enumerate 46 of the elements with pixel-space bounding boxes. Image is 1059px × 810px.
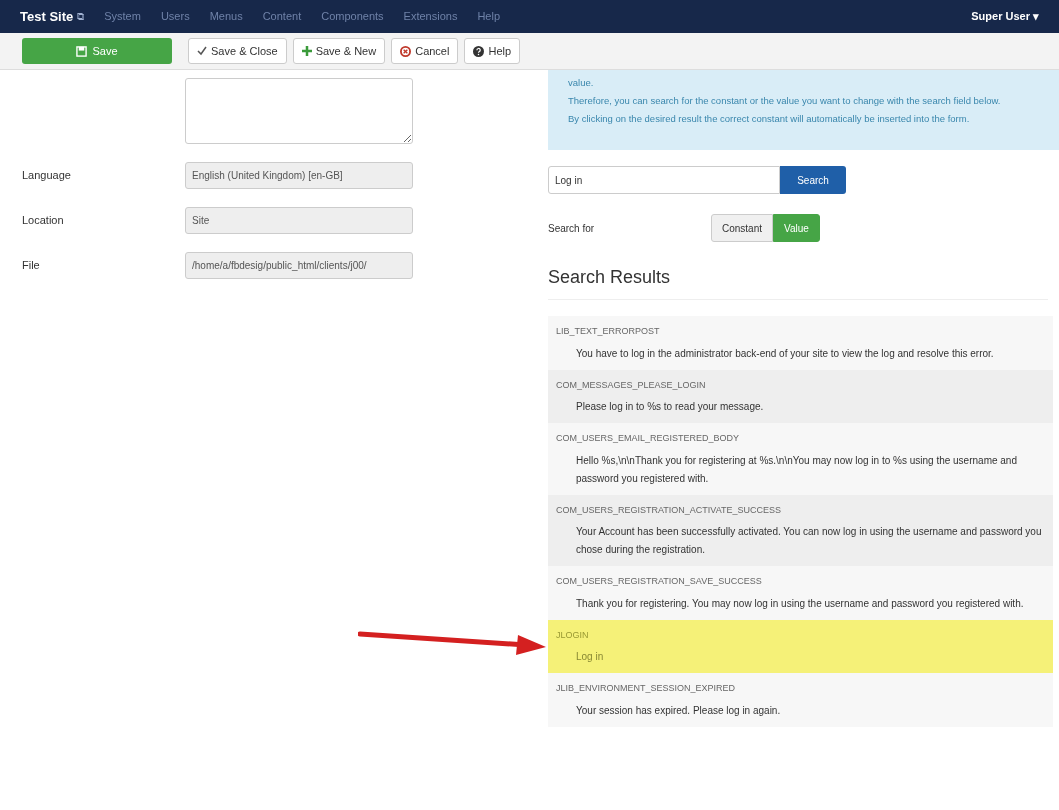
search-button[interactable]: Search [780, 166, 846, 194]
readonly-field[interactable]: Site [185, 207, 413, 234]
constant-value: Your Account has been successfully activated. You can now log in using the username and password you chose during the registration. [575, 525, 1043, 557]
site-brand-link[interactable]: Test Site [20, 6, 74, 27]
nav-menu-item[interactable]: Help [477, 8, 500, 25]
toolbar-button[interactable]: Help [464, 38, 521, 64]
result-item[interactable]: JLIB_ENVIRONMENT_SESSION_EXPIRED Your session has expired. Please log in again. [548, 673, 1053, 727]
constant-name: COM_MESSAGES_PLEASE_LOGIN [556, 378, 707, 392]
nav-menu-item[interactable]: Content [262, 8, 302, 25]
toggle-option[interactable]: Constant [711, 214, 774, 242]
nav-menu-item[interactable]: Extensions [403, 8, 458, 25]
constant-value: Hello %s,\n\nThank you for registering at %s.\n\nYou may now log in to %s using the username and password you registered with. [575, 453, 1018, 486]
search-field[interactable]: Log in [548, 166, 780, 194]
result-item[interactable]: LIB_TEXT_ERRORPOST You have to log in the administrator back-end of your site to view the log and resolve this error. [548, 316, 1053, 370]
constant-value: Please log in to %s to read your message. [575, 400, 765, 414]
section-heading: Search Results [548, 264, 1048, 300]
constant-name: COM_USERS_REGISTRATION_ACTIVATE_SUCCESS [556, 503, 783, 517]
constant-name: COM_USERS_EMAIL_REGISTERED_BODY [556, 432, 741, 445]
constant-name: COM_USERS_REGISTRATION_SAVE_SUCCESS [556, 575, 763, 588]
toolbar-button[interactable]: Save & Close [188, 38, 287, 64]
field-label: Location [22, 213, 65, 229]
nav-menu-item[interactable]: Menus [209, 8, 243, 25]
constant-name: LIB_TEXT_ERRORPOST [556, 325, 661, 338]
toolbar-button[interactable]: Cancel [391, 38, 459, 64]
result-item[interactable]: COM_USERS_REGISTRATION_ACTIVATE_SUCCESS Your Account has been successfully activated. You can now log in using the username and password you chose during the registration. [548, 494, 1053, 566]
constant-value: Your session has expired. Please log in again. [575, 703, 782, 718]
result-item[interactable]: COM_MESSAGES_PLEASE_LOGIN Please log in to %s to read your message. [548, 369, 1053, 423]
field-label: Language [22, 168, 72, 184]
field-label: File [22, 258, 41, 274]
result-item[interactable]: COM_USERS_EMAIL_REGISTERED_BODY Hello %s,\n\nThank you for registering at %s.\n\nYou may now log in to %s using the username and password you registered with. [548, 423, 1053, 495]
nav-menu-item[interactable]: Components [321, 8, 384, 25]
info-message: value. Therefore, you can search for the constant or the value you want to change with the search field below. By clicking on the desired result the correct constant will automatically be inserted into the form. [548, 70, 1059, 150]
constant-value: Log in [575, 650, 605, 664]
nav-menu-item[interactable]: System [104, 8, 141, 25]
result-item[interactable]: COM_USERS_REGISTRATION_SAVE_SUCCESS Thank you for registering. You may now log in using the username and password you registered with. [548, 566, 1053, 620]
nav-menu-item[interactable]: Users [160, 8, 190, 25]
constant-name: JLOGIN [556, 628, 590, 642]
constant-name: JLIB_ENVIRONMENT_SESSION_EXPIRED [556, 682, 737, 695]
constant-value: Thank you for registering. You may now log in using the username and password you registered with. [575, 596, 1025, 611]
readonly-field[interactable]: English (United Kingdom) [en-GB] [185, 162, 413, 189]
toolbar-button[interactable]: Save & New [292, 38, 386, 64]
search-for-label: Search for [548, 221, 596, 236]
external-link-icon[interactable]: ⧉ [77, 9, 85, 24]
readonly-field[interactable]: /home/a/fbdesig/public_html/clients/j00/ [185, 252, 413, 279]
constant-value: You have to log in the administrator back-end of your site to view the log and resolve this error. [575, 346, 995, 361]
user-menu[interactable]: Super User ▾ [971, 8, 1039, 25]
